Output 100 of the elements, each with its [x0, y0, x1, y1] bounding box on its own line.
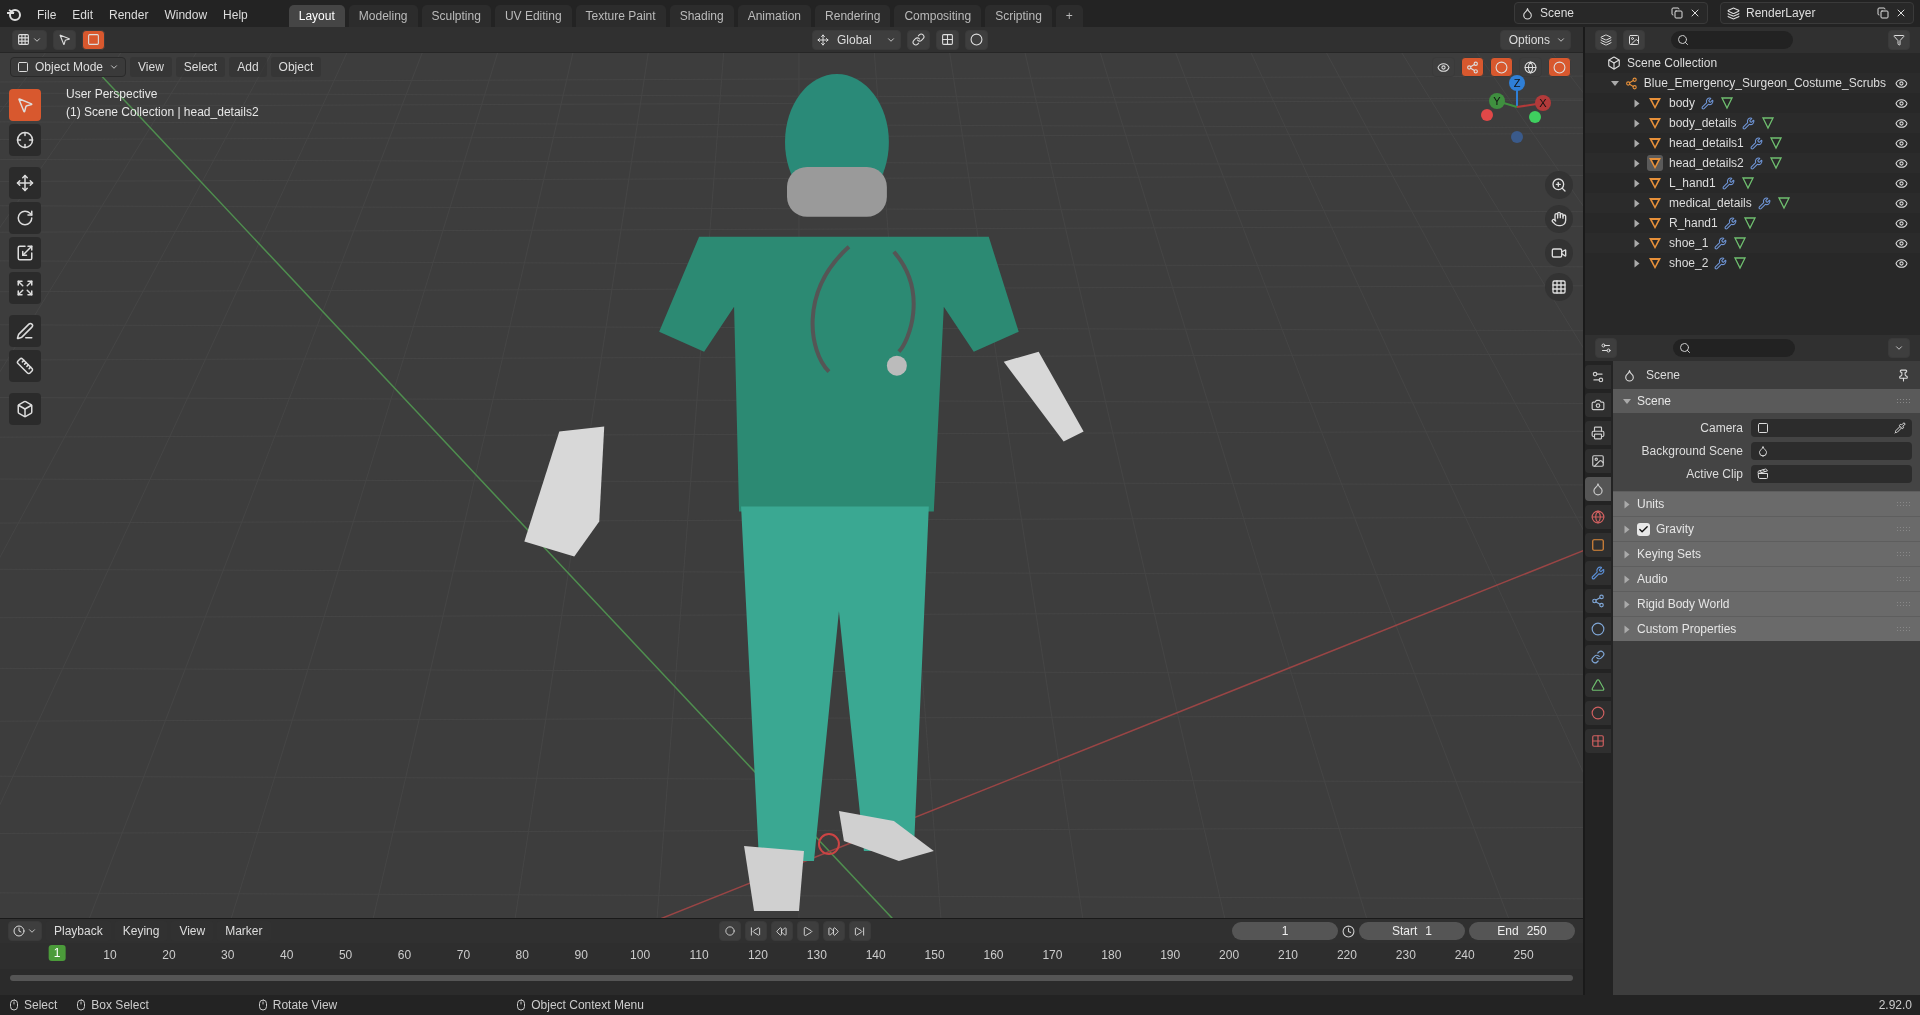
outliner-item[interactable]: Scene Collection — [1627, 56, 1718, 70]
properties-tab[interactable] — [1585, 617, 1611, 641]
panel-header[interactable]: Custom Properties — [1613, 616, 1920, 641]
properties-tab[interactable] — [1585, 589, 1611, 613]
properties-tab[interactable] — [1585, 533, 1611, 557]
outliner-item[interactable]: medical_details — [1669, 196, 1752, 210]
outliner-item[interactable]: Blue_Emergency_Surgeon_Costume_Scrubs — [1643, 76, 1884, 90]
expand-caret-icon[interactable] — [1634, 219, 1640, 227]
filter-view-button[interactable] — [1623, 30, 1645, 50]
play-button[interactable] — [796, 921, 819, 941]
workspace-tab[interactable]: Compositing — [894, 5, 982, 27]
filter-button[interactable] — [1888, 30, 1910, 50]
workspace-tab[interactable]: Shading — [669, 5, 734, 27]
workspace-tab[interactable]: UV Editing — [494, 5, 572, 27]
timeline-scrollbar[interactable] — [10, 975, 1573, 981]
panel-header[interactable]: Rigid Body World — [1613, 591, 1920, 616]
selection-mode-button[interactable] — [82, 29, 105, 50]
viewport-menu[interactable]: Object — [270, 57, 322, 77]
workspace-tab[interactable]: Sculpting — [421, 5, 491, 27]
editor-type-button[interactable] — [1595, 338, 1617, 358]
tool-button[interactable] — [9, 124, 41, 156]
expand-caret-icon[interactable] — [1634, 159, 1640, 167]
axis-gizmo-drawing[interactable]: Z Y X — [1477, 71, 1557, 151]
properties-tab[interactable] — [1585, 421, 1611, 445]
eye-icon[interactable] — [1895, 136, 1908, 150]
properties-tab[interactable] — [1585, 561, 1611, 585]
viewport-menu[interactable]: Add — [229, 57, 267, 77]
menu-item[interactable]: File — [30, 3, 64, 27]
properties-tab[interactable] — [1585, 477, 1611, 501]
eye-icon[interactable] — [1895, 116, 1908, 130]
workspace-tab[interactable]: Layout — [288, 5, 345, 27]
scene-selector[interactable]: Scene — [1514, 2, 1708, 24]
outliner-item[interactable]: body — [1669, 96, 1696, 110]
expand-caret-icon[interactable] — [1611, 80, 1619, 86]
input-field[interactable] — [1751, 465, 1912, 483]
properties-tab[interactable] — [1585, 505, 1611, 529]
properties-tab[interactable] — [1585, 645, 1611, 669]
search-field[interactable] — [1671, 31, 1793, 49]
expand-caret-icon[interactable] — [1634, 139, 1640, 147]
viewport-menu[interactable]: View — [130, 57, 172, 77]
gizmo-button[interactable] — [1461, 57, 1484, 77]
editor-type-button[interactable] — [12, 29, 47, 50]
camera-icon[interactable] — [1545, 239, 1573, 267]
viewport-menu[interactable]: Select — [175, 57, 226, 77]
expand-caret-icon[interactable] — [1634, 259, 1640, 267]
expand-caret-icon[interactable] — [1634, 119, 1640, 127]
start-frame-field[interactable]: Start 1 — [1359, 922, 1465, 940]
properties-tab[interactable] — [1585, 393, 1611, 417]
editor-type-button[interactable] — [8, 921, 42, 941]
eye-icon[interactable] — [1895, 96, 1908, 110]
tool-button[interactable] — [9, 237, 41, 269]
add-workspace-button[interactable]: + — [1055, 5, 1083, 27]
tool-button[interactable] — [9, 350, 41, 382]
checkbox[interactable] — [1637, 522, 1650, 536]
tool-button[interactable] — [9, 202, 41, 234]
outliner-item[interactable]: body_details — [1669, 116, 1737, 130]
record-button[interactable] — [718, 921, 741, 941]
panel-header[interactable]: Audio — [1613, 566, 1920, 591]
eye-icon[interactable] — [1895, 256, 1908, 270]
view-layer-selector[interactable]: RenderLayer — [1720, 2, 1914, 24]
outliner-item[interactable]: L_hand1 — [1669, 176, 1716, 190]
eye-icon[interactable] — [1895, 176, 1908, 190]
workspace-tab[interactable]: Texture Paint — [575, 5, 666, 27]
eye-icon[interactable] — [1895, 76, 1908, 90]
outliner-item[interactable]: shoe_1 — [1669, 236, 1709, 250]
properties-tab[interactable] — [1585, 673, 1611, 697]
workspace-tab[interactable]: Animation — [737, 5, 812, 27]
end-frame-field[interactable]: End 250 — [1469, 922, 1575, 940]
eye-icon[interactable] — [1895, 236, 1908, 250]
display-mode-button[interactable] — [1595, 30, 1617, 50]
menu-item[interactable]: Window — [157, 3, 215, 27]
tool-button[interactable] — [9, 272, 41, 304]
expand-caret-icon[interactable] — [1634, 99, 1640, 107]
grid-icon[interactable] — [1545, 273, 1573, 301]
tool-button[interactable] — [9, 315, 41, 347]
pin-icon[interactable] — [1897, 368, 1910, 382]
panel-header[interactable]: Scene — [1613, 389, 1920, 413]
expand-caret-icon[interactable] — [1634, 199, 1640, 207]
mode-dropdown[interactable]: Object Mode — [10, 57, 127, 77]
zoom-icon[interactable] — [1545, 171, 1573, 199]
overlay-button[interactable] — [1490, 57, 1513, 77]
eye-icon[interactable] — [1895, 216, 1908, 230]
panel-header[interactable]: Keying Sets — [1613, 541, 1920, 566]
select-tool-button[interactable] — [53, 29, 76, 50]
eye-icon[interactable] — [1895, 156, 1908, 170]
outliner-item[interactable]: R_hand1 — [1669, 216, 1718, 230]
fast-forward-button[interactable] — [822, 921, 845, 941]
outliner-item[interactable]: head_details2 — [1669, 156, 1744, 170]
pivot-button[interactable] — [906, 29, 930, 50]
shading-button[interactable] — [1548, 57, 1571, 77]
rewind-button[interactable] — [770, 921, 793, 941]
outliner-item[interactable]: shoe_2 — [1669, 256, 1709, 270]
current-frame-field[interactable]: 1 — [1232, 922, 1338, 940]
orientation-dropdown[interactable]: Global — [811, 29, 901, 50]
jump-end-button[interactable] — [848, 921, 871, 941]
panel-header[interactable]: Units — [1613, 491, 1920, 516]
workspace-tab[interactable]: Scripting — [985, 5, 1052, 27]
panel-header[interactable]: Gravity — [1613, 516, 1920, 541]
expand-caret-icon[interactable] — [1634, 239, 1640, 247]
options-dropdown[interactable]: Options — [1499, 29, 1571, 50]
